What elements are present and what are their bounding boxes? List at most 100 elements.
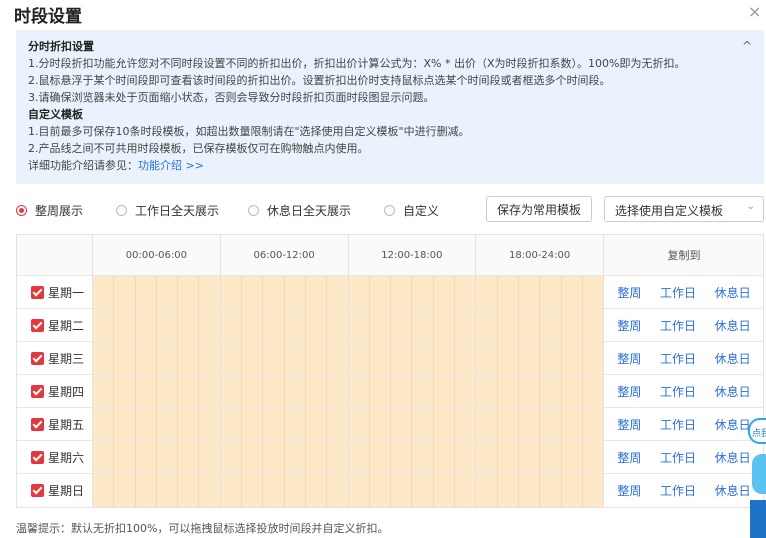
time-slot[interactable] [518, 408, 541, 440]
time-slot[interactable] [348, 441, 370, 473]
time-slot[interactable] [327, 309, 349, 341]
time-slot[interactable] [412, 375, 434, 407]
copy-workdays-link[interactable]: 工作日 [660, 383, 696, 400]
day-checkbox[interactable] [31, 484, 44, 497]
time-slot[interactable] [305, 408, 328, 440]
time-slot[interactable] [582, 309, 605, 341]
time-slot[interactable] [135, 276, 157, 308]
time-slot[interactable] [284, 342, 306, 374]
time-slot[interactable] [348, 276, 370, 308]
time-slot[interactable] [114, 342, 136, 374]
time-slot[interactable] [412, 474, 434, 507]
time-slot[interactable] [242, 441, 264, 473]
time-slot[interactable] [476, 375, 498, 407]
time-slot[interactable] [263, 408, 285, 440]
time-slot[interactable] [455, 375, 477, 407]
time-slot[interactable] [369, 441, 392, 473]
time-slot[interactable] [369, 375, 392, 407]
time-slot[interactable] [114, 441, 136, 473]
time-slot[interactable] [348, 474, 370, 507]
time-slot[interactable] [412, 441, 434, 473]
time-slot[interactable] [433, 474, 456, 507]
time-slot[interactable] [135, 441, 157, 473]
time-slot[interactable] [263, 342, 285, 374]
time-slot[interactable] [518, 474, 541, 507]
time-slot[interactable] [455, 342, 477, 374]
time-slot[interactable] [305, 441, 328, 473]
copy-week-link[interactable]: 整周 [617, 350, 641, 367]
time-slot[interactable] [369, 276, 392, 308]
time-slot[interactable] [263, 276, 285, 308]
time-slot[interactable] [561, 441, 583, 473]
time-slot[interactable] [476, 342, 498, 374]
day-checkbox[interactable] [31, 417, 44, 431]
time-slot[interactable] [412, 342, 434, 374]
radio-custom[interactable]: 自定义 [384, 202, 439, 219]
time-slot[interactable] [433, 375, 456, 407]
time-slot[interactable] [263, 309, 285, 341]
time-slot[interactable] [93, 408, 115, 440]
time-slot[interactable] [497, 474, 519, 507]
copy-workdays-link[interactable]: 工作日 [660, 449, 696, 466]
time-slot[interactable] [220, 408, 243, 440]
time-slot[interactable] [455, 441, 477, 473]
time-slot[interactable] [135, 408, 157, 440]
time-slot[interactable] [178, 408, 200, 440]
time-slot[interactable] [582, 342, 605, 374]
copy-week-link[interactable]: 整周 [617, 449, 641, 466]
time-slot[interactable] [327, 375, 349, 407]
time-slot[interactable] [518, 375, 541, 407]
time-slot[interactable] [433, 342, 456, 374]
copy-workdays-link[interactable]: 工作日 [660, 317, 696, 334]
time-slot[interactable] [540, 474, 562, 507]
time-slot[interactable] [391, 342, 413, 374]
time-slot[interactable] [220, 276, 243, 308]
copy-workdays-link[interactable]: 工作日 [660, 284, 696, 301]
time-slot[interactable] [305, 342, 328, 374]
time-slot[interactable] [391, 441, 413, 473]
time-slot[interactable] [242, 408, 264, 440]
help-widget[interactable]: 点我 [748, 414, 766, 538]
time-slot[interactable] [476, 474, 498, 507]
time-slot[interactable] [284, 441, 306, 473]
time-slot[interactable] [476, 441, 498, 473]
time-slot[interactable] [391, 276, 413, 308]
time-slot[interactable] [178, 474, 200, 507]
time-slot[interactable] [305, 474, 328, 507]
time-slot[interactable] [476, 276, 498, 308]
time-slot[interactable] [93, 441, 115, 473]
copy-weekends-link[interactable]: 休息日 [715, 482, 751, 499]
time-slot[interactable] [518, 276, 541, 308]
time-slot[interactable] [497, 309, 519, 341]
day-checkbox[interactable] [31, 351, 44, 365]
time-slot[interactable] [348, 375, 370, 407]
time-slot[interactable] [220, 441, 243, 473]
close-icon[interactable]: × [748, 2, 761, 21]
time-slot[interactable] [476, 309, 498, 341]
time-slot[interactable] [199, 342, 221, 374]
mascot-icon[interactable] [752, 454, 766, 494]
copy-weekends-link[interactable]: 休息日 [715, 416, 751, 433]
time-slot[interactable] [135, 375, 157, 407]
time-slot[interactable] [327, 276, 349, 308]
time-slot[interactable] [455, 309, 477, 341]
time-slot[interactable] [476, 408, 498, 440]
time-slot[interactable] [540, 309, 562, 341]
time-slot[interactable] [455, 474, 477, 507]
time-slot[interactable] [369, 342, 392, 374]
time-slot[interactable] [93, 342, 115, 374]
time-slot[interactable] [242, 309, 264, 341]
help-bubble[interactable]: 点我 [748, 418, 766, 444]
template-select[interactable]: 选择使用自定义模板 ⌄ [604, 196, 764, 222]
time-slot[interactable] [199, 309, 221, 341]
time-slot[interactable] [284, 408, 306, 440]
time-slot[interactable] [412, 309, 434, 341]
time-slot[interactable] [156, 408, 179, 440]
time-slot[interactable] [582, 474, 605, 507]
time-slot[interactable] [412, 276, 434, 308]
time-slot[interactable] [391, 309, 413, 341]
copy-weekends-link[interactable]: 休息日 [715, 383, 751, 400]
copy-week-link[interactable]: 整周 [617, 317, 641, 334]
time-slot[interactable] [199, 441, 221, 473]
day-checkbox[interactable] [31, 285, 44, 299]
